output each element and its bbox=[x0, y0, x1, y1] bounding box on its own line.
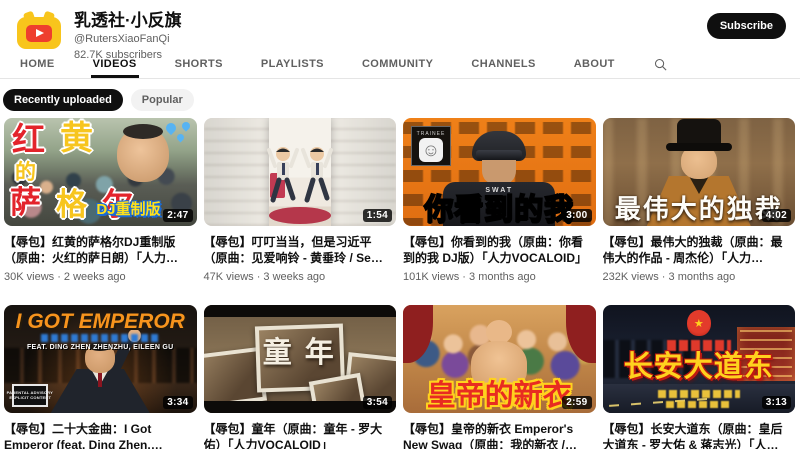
thumbnail-text: 萨 bbox=[10, 187, 41, 218]
video-card[interactable]: 最伟大的独裁 4:02 【辱包】最伟大的独裁（原曲：最伟大的作品 - 周杰伦）「… bbox=[603, 118, 796, 283]
video-title[interactable]: 【辱包】最伟大的独裁（原曲：最伟大的作品 - 周杰伦）「人力VOCALOID」 bbox=[603, 234, 796, 266]
video-thumbnail[interactable]: I GOT EMPEROR FEAT. DING ZHEN ZHENZHU, E… bbox=[4, 305, 197, 413]
thumbnail-title-text: 长安大道东 bbox=[603, 353, 796, 382]
thumbnail-art-red-label bbox=[667, 340, 731, 351]
thumbnail-text: 红 bbox=[12, 123, 45, 156]
video-grid: 红 黄 的 萨 格 尔 DJ重制版 2:47 【辱包】红黄的萨格尔DJ重制版（原… bbox=[0, 118, 800, 449]
channel-handle: @RutersXiaoFanQi bbox=[74, 32, 182, 46]
thumbnail-feat-text: FEAT. DING ZHEN ZHENZHU, EILEEN GU bbox=[4, 344, 197, 351]
duration-badge: 3:00 bbox=[562, 209, 591, 222]
video-meta: 30K views · 2 weeks ago bbox=[4, 271, 197, 283]
filter-chips: Recently uploaded Popular bbox=[0, 79, 800, 118]
thumbnail-art-face bbox=[117, 126, 169, 182]
video-card[interactable]: 童年 3:54 【辱包】童年（原曲：童年 - 罗大佑）「人力VOCALOID」 … bbox=[204, 305, 397, 449]
top-hat-icon bbox=[677, 119, 721, 145]
video-thumbnail[interactable]: 童年 3:54 bbox=[204, 305, 397, 413]
album-label: TRAINEE bbox=[417, 131, 446, 137]
tv-logo-icon bbox=[17, 17, 61, 49]
thumbnail-art-rug bbox=[269, 207, 331, 224]
thumbnail-art-letterbox bbox=[204, 305, 397, 317]
video-card[interactable]: 1:54 【辱包】叮叮当当，但是习近平（原曲：见爱响铃 - 黄垂玲 / See … bbox=[204, 118, 397, 283]
album-cover: TRAINEE ☺ bbox=[411, 126, 451, 166]
video-card[interactable]: 皇帝的新衣 2:59 【辱包】皇帝的新衣 Emperor's New Swag（… bbox=[403, 305, 596, 449]
tab-shorts[interactable]: SHORTS bbox=[175, 50, 223, 78]
tab-videos[interactable]: VIDEOS bbox=[93, 50, 137, 78]
filter-chip-recently-uploaded[interactable]: Recently uploaded bbox=[3, 89, 123, 111]
video-thumbnail[interactable]: 1:54 bbox=[204, 118, 397, 226]
thumbnail-art-subtitle-bar bbox=[41, 334, 159, 342]
thumbnail-title-text: 童年 bbox=[214, 339, 397, 368]
video-thumbnail[interactable]: TRAINEE ☺ SWAT 你看到的我 3:00 bbox=[403, 118, 596, 226]
video-thumbnail[interactable]: 最伟大的独裁 4:02 bbox=[603, 118, 796, 226]
thumbnail-art-hat-brim bbox=[666, 143, 732, 151]
video-card[interactable]: 红 黄 的 萨 格 尔 DJ重制版 2:47 【辱包】红黄的萨格尔DJ重制版（原… bbox=[4, 118, 197, 283]
search-icon[interactable] bbox=[653, 50, 668, 78]
video-meta: 47K views · 3 weeks ago bbox=[204, 271, 397, 283]
video-card[interactable]: I GOT EMPEROR FEAT. DING ZHEN ZHENZHU, E… bbox=[4, 305, 197, 449]
video-card[interactable]: ★ 长安大道东 3:13 【辱包】长安大道东（原曲：皇后大道东 - 罗大佑 & … bbox=[603, 305, 796, 449]
duration-badge: 3:34 bbox=[163, 396, 192, 409]
video-thumbnail[interactable]: 皇帝的新衣 2:59 bbox=[403, 305, 596, 413]
video-meta: 232K views · 3 months ago bbox=[603, 271, 796, 283]
thumbnail-art-small-text bbox=[658, 390, 740, 398]
video-thumbnail[interactable]: 红 黄 的 萨 格 尔 DJ重制版 2:47 bbox=[4, 118, 197, 226]
channel-name: 乳透社·小反旗 bbox=[74, 10, 182, 31]
dancing-figures-icon bbox=[265, 142, 335, 206]
video-title[interactable]: 【辱包】皇帝的新衣 Emperor's New Swag（原曲：我的新衣 / M… bbox=[403, 421, 596, 449]
duration-badge: 1:54 bbox=[363, 209, 392, 222]
thumbnail-text: 的 bbox=[15, 162, 36, 183]
parental-advisory-label: PARENTAL ADVISORY EXPLICIT CONTENT bbox=[12, 384, 48, 407]
duration-badge: 4:02 bbox=[762, 209, 791, 222]
video-title[interactable]: 【辱包】长安大道东（原曲：皇后大道东 - 罗大佑 & 蒋志光）「人力VOCALO… bbox=[603, 421, 796, 449]
thumbnail-art-small-text bbox=[666, 401, 732, 408]
video-title[interactable]: 【辱包】童年（原曲：童年 - 罗大佑）「人力VOCALOID」 bbox=[204, 421, 397, 449]
video-title[interactable]: 【辱包】红黄的萨格尔DJ重制版（原曲：火红的萨日朗）「人力VOCALOID」 bbox=[4, 234, 197, 266]
video-title[interactable]: 【辱包】二十大金曲：I Got Emperor (feat. Ding Zhen… bbox=[4, 421, 197, 449]
video-card[interactable]: TRAINEE ☺ SWAT 你看到的我 3:00 【辱包】你看到的我（原曲：你… bbox=[403, 118, 596, 283]
smiley-icon: ☺ bbox=[419, 138, 443, 162]
tab-about[interactable]: ABOUT bbox=[574, 50, 615, 78]
channel-header: 乳透社·小反旗 @RutersXiaoFanQi 82.7K subscribe… bbox=[0, 0, 800, 50]
thumbnail-text: 黄 bbox=[60, 121, 93, 154]
video-meta: 101K views · 3 months ago bbox=[403, 271, 596, 283]
thumbnail-text: 格 bbox=[56, 189, 87, 220]
sweat-drops-icon bbox=[166, 122, 192, 142]
video-title[interactable]: 【辱包】你看到的我（原曲：你看到的我 DJ版）「人力VOCALOID」 bbox=[403, 234, 596, 266]
channel-avatar[interactable] bbox=[14, 8, 66, 56]
national-emblem-icon: ★ bbox=[687, 310, 711, 336]
thumbnail-art-goggles bbox=[476, 150, 522, 160]
tab-channels[interactable]: CHANNELS bbox=[471, 50, 535, 78]
thumbnail-title-text: I GOT EMPEROR bbox=[4, 311, 197, 332]
duration-badge: 3:13 bbox=[762, 396, 791, 409]
duration-badge: 2:47 bbox=[163, 209, 192, 222]
tab-playlists[interactable]: PLAYLISTS bbox=[261, 50, 324, 78]
tab-community[interactable]: COMMUNITY bbox=[362, 50, 433, 78]
duration-badge: 2:59 bbox=[562, 396, 591, 409]
video-thumbnail[interactable]: ★ 长安大道东 3:13 bbox=[603, 305, 796, 413]
duration-badge: 3:54 bbox=[363, 396, 392, 409]
tab-home[interactable]: HOME bbox=[20, 50, 55, 78]
video-title[interactable]: 【辱包】叮叮当当，但是习近平（原曲：见爱响铃 - 黄垂玲 / See Tình … bbox=[204, 234, 397, 266]
subscribe-button[interactable]: Subscribe bbox=[707, 13, 786, 39]
channel-tabs: HOME VIDEOS SHORTS PLAYLISTS COMMUNITY C… bbox=[0, 50, 800, 79]
play-icon bbox=[26, 25, 52, 42]
filter-chip-popular[interactable]: Popular bbox=[131, 89, 194, 111]
thumbnail-badge: DJ重制版 bbox=[96, 198, 160, 219]
